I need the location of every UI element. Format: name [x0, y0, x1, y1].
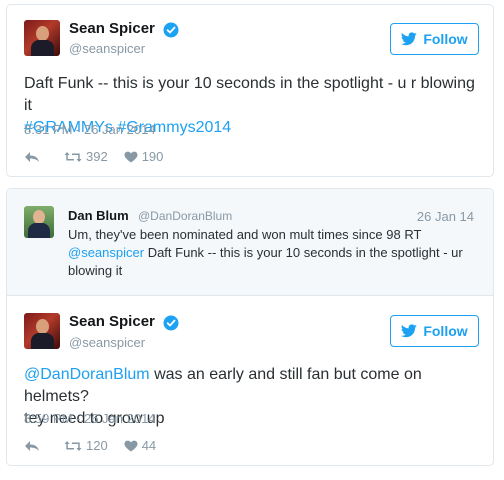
retweet-button[interactable]: 392 [64, 149, 108, 164]
author-name[interactable]: Sean Spicer [69, 20, 155, 37]
quoted-text-line: Um, they've been nominated and won mult … [68, 227, 422, 242]
like-button[interactable]: 190 [124, 149, 164, 164]
heart-icon [124, 440, 138, 451]
follow-button[interactable]: Follow [390, 23, 479, 55]
author-name[interactable]: Sean Spicer [69, 313, 155, 330]
tweet-actions: 120 44 [24, 438, 156, 453]
tweet-text-body: Daft Funk -- this is your 10 seconds in … [24, 75, 475, 114]
retweet-icon [64, 440, 82, 451]
quoted-author-handle[interactable]: @DanDoranBlum [138, 209, 232, 223]
follow-button[interactable]: Follow [390, 315, 479, 347]
quoted-text: Um, they've been nominated and won mult … [68, 226, 474, 280]
reply-button[interactable] [24, 151, 40, 163]
follow-label: Follow [423, 323, 468, 339]
follow-label: Follow [423, 31, 468, 47]
like-count: 44 [141, 438, 157, 453]
tweet-card-1: Sean Spicer @seanspicer Follow Daft Funk… [6, 4, 494, 177]
avatar[interactable] [24, 20, 60, 56]
tweet-actions: 392 190 [24, 149, 163, 164]
like-count: 190 [141, 149, 164, 164]
timestamp[interactable]: 8:31 PM - 26 Jan 2014 [24, 122, 156, 137]
twitter-bird-icon [401, 324, 418, 338]
retweet-icon [64, 151, 82, 162]
verified-icon [163, 315, 179, 331]
mention-link[interactable]: @seanspicer [68, 245, 144, 260]
heart-icon [124, 151, 138, 162]
quoted-text-line: blowing it [68, 263, 123, 278]
avatar[interactable] [24, 313, 60, 349]
avatar[interactable] [24, 206, 54, 238]
twitter-bird-icon [401, 32, 418, 46]
mention-link[interactable]: @DanDoranBlum [24, 366, 150, 383]
retweet-button[interactable]: 120 [64, 438, 108, 453]
reply-button[interactable] [24, 440, 40, 452]
author-handle[interactable]: @seanspicer [69, 335, 145, 350]
reply-icon [25, 151, 39, 162]
timestamp[interactable]: 8:59 PM - 26 Jan 2014 [24, 411, 156, 426]
like-button[interactable]: 44 [124, 438, 156, 453]
author-handle[interactable]: @seanspicer [69, 41, 145, 56]
quoted-date[interactable]: 26 Jan 14 [417, 209, 474, 224]
reply-icon [25, 440, 39, 451]
quoted-tweet[interactable]: Dan Blum @DanDoranBlum 26 Jan 14 Um, the… [7, 189, 493, 296]
quoted-text-line: Daft Funk -- this is your 10 seconds in … [144, 245, 463, 260]
tweet-card-2: Dan Blum @DanDoranBlum 26 Jan 14 Um, the… [6, 188, 494, 466]
verified-icon [163, 22, 179, 38]
retweet-count: 120 [86, 438, 108, 453]
quoted-author-name[interactable]: Dan Blum [68, 208, 129, 223]
retweet-count: 392 [86, 149, 108, 164]
